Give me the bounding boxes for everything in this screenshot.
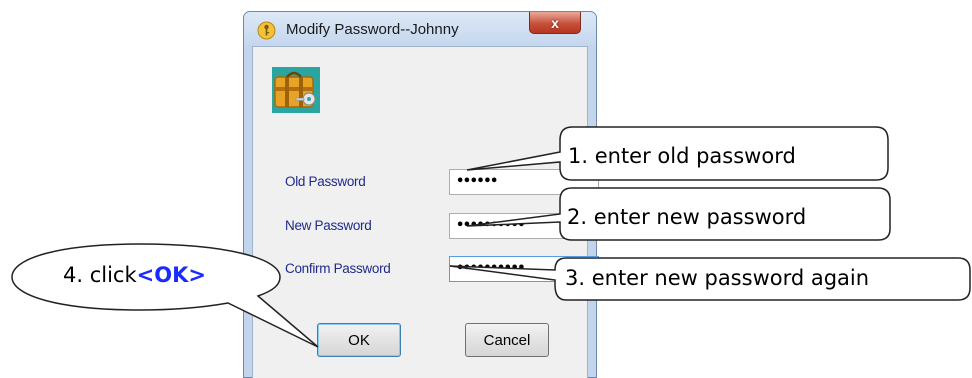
callout-step2: 2. enter new password — [567, 205, 807, 229]
cancel-button[interactable]: Cancel — [465, 323, 549, 357]
key-icon — [257, 21, 276, 40]
callout-step4: 4. click<OK> — [63, 263, 206, 287]
old-password-input[interactable]: •••••• — [449, 169, 599, 195]
window-title: Modify Password--Johnny — [286, 21, 459, 38]
title-bar[interactable]: Modify Password--Johnny x — [244, 12, 596, 46]
callout-step1: 1. enter old password — [568, 144, 796, 168]
new-password-label: New Password — [285, 218, 372, 233]
old-password-label: Old Password — [285, 174, 366, 189]
callout-step4-target: <OK> — [136, 263, 206, 287]
suitcase-key-icon — [272, 67, 320, 113]
confirm-password-label: Confirm Password — [285, 261, 391, 276]
close-button[interactable]: x — [529, 12, 581, 34]
callout-step3: 3. enter new password again — [565, 266, 870, 290]
callout-step4-prefix: 4. click — [63, 263, 137, 287]
ok-button[interactable]: OK — [317, 323, 401, 357]
